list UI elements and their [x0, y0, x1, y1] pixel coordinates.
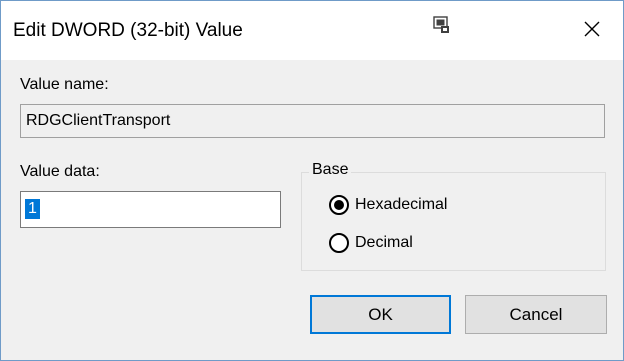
dialog-title: Edit DWORD (32-bit) Value [13, 20, 243, 41]
hexadecimal-radio[interactable]: Hexadecimal [329, 195, 447, 215]
ok-button[interactable]: OK [310, 295, 451, 334]
radio-selected-icon [329, 195, 349, 215]
decimal-label: Decimal [355, 234, 413, 251]
title-bar[interactable]: Edit DWORD (32-bit) Value [1, 1, 623, 60]
value-data-label: Value data: [20, 163, 100, 180]
close-button[interactable] [569, 9, 615, 49]
base-group-label: Base [309, 161, 352, 179]
cancel-button[interactable]: Cancel [465, 295, 607, 334]
value-name-label: Value name: [20, 76, 109, 93]
radio-unselected-icon [329, 233, 349, 253]
hexadecimal-label: Hexadecimal [355, 196, 448, 213]
close-icon [584, 21, 600, 37]
value-data-input[interactable]: 1 [20, 191, 281, 228]
edit-dword-dialog: Edit DWORD (32-bit) Value Value name: RD… [0, 0, 624, 361]
screen-pin-icon[interactable] [431, 15, 451, 35]
decimal-radio[interactable]: Decimal [329, 233, 413, 253]
value-name-field: RDGClientTransport [20, 104, 605, 138]
value-data-text: 1 [25, 199, 40, 219]
base-groupbox [301, 172, 606, 271]
